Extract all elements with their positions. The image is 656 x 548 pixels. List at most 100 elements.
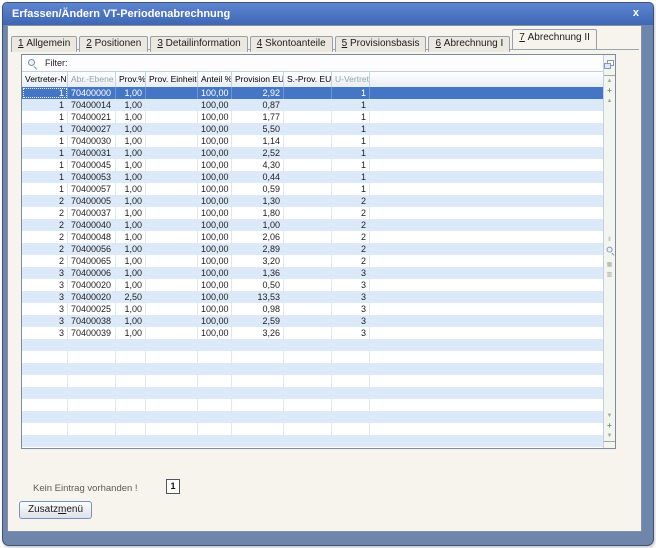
cell-filler	[370, 387, 604, 399]
cell: 1,00	[116, 159, 146, 171]
cell: 70400048	[68, 231, 116, 243]
cell	[284, 123, 332, 135]
table-row[interactable]: 2704000401,00100,001,002	[22, 219, 604, 231]
scroll-to-bottom-icon[interactable]: ▼	[604, 431, 615, 442]
cell	[232, 375, 284, 387]
close-button[interactable]: x	[633, 3, 639, 25]
cell	[146, 339, 198, 351]
zusatzmenu-button[interactable]: Zusatzmenü	[19, 501, 92, 519]
tab-abrechnung-i[interactable]: 6 Abrechnung I	[428, 36, 510, 52]
cell	[284, 231, 332, 243]
cell: 2	[332, 219, 370, 231]
cell	[68, 363, 116, 375]
cell	[198, 363, 232, 375]
cell: 1,00	[116, 171, 146, 183]
column-header[interactable]: Abr.-Ebene	[68, 72, 116, 87]
table-row[interactable]: 3704000381,00100,002,593	[22, 315, 604, 327]
column-header[interactable]: S.-Prov. EUR.	[284, 72, 332, 87]
grid-main: Filter: Vertreter-Nr.Abr.-EbeneProv.%Pro…	[22, 55, 604, 448]
column-header[interactable]: Prov. Einheiten	[146, 72, 198, 87]
cell: 70400025	[68, 303, 116, 315]
empty-row	[22, 411, 604, 423]
cell	[284, 339, 332, 351]
table-row[interactable]: 1704000141,00100,000,871	[22, 99, 604, 111]
cell: 2	[22, 231, 68, 243]
table-filter-icon[interactable]: ▥	[604, 270, 615, 280]
cell: 3	[332, 267, 370, 279]
table-row[interactable]: 3704000391,00100,003,263	[22, 327, 604, 339]
grid-scrollbar[interactable]: ▲ + ▲ ‖ ▦ ▥ ▼ + ▼	[603, 55, 615, 448]
cell-filler	[370, 363, 604, 375]
scroll-up-icon[interactable]: ▲	[604, 96, 615, 106]
add-row-icon[interactable]: +	[604, 86, 615, 96]
scroll-bottom-buttons: ▼ + ▼	[604, 411, 615, 444]
cell: 1,00	[116, 315, 146, 327]
cell: 1	[332, 159, 370, 171]
table-row[interactable]: 2704000051,00100,001,302	[22, 195, 604, 207]
table-row[interactable]: 3704000201,00100,000,503	[22, 279, 604, 291]
table-row[interactable]: 1704000451,00100,004,301	[22, 159, 604, 171]
table-row[interactable]: 1704000571,00100,000,591	[22, 183, 604, 195]
column-header[interactable]: Vertreter-Nr.	[22, 72, 68, 87]
cell: 1,80	[232, 207, 284, 219]
tab-detailinformation[interactable]: 3 Detailinformation	[150, 36, 247, 52]
cell	[146, 255, 198, 267]
table-row[interactable]: 1704000531,00100,000,441	[22, 171, 604, 183]
table-row[interactable]: 1704000301,00100,001,141	[22, 135, 604, 147]
table-row[interactable]: 2704000561,00100,002,892	[22, 243, 604, 255]
table-row[interactable]: 2704000651,00100,003,202	[22, 255, 604, 267]
table-row[interactable]: 1704000001,00100,002,921	[22, 87, 604, 99]
add-row-icon[interactable]: +	[604, 421, 615, 431]
table-row[interactable]: 3704000251,00100,000,983	[22, 303, 604, 315]
cell: 1	[22, 111, 68, 123]
cell	[146, 399, 198, 411]
search-icon[interactable]	[604, 245, 615, 260]
column-header[interactable]: Provision EUR.	[232, 72, 284, 87]
table-row[interactable]: 2704000371,00100,001,802	[22, 207, 604, 219]
table-row[interactable]: 1704000271,00100,005,501	[22, 123, 604, 135]
cell: 1,77	[232, 111, 284, 123]
cell: 1,00	[116, 243, 146, 255]
cell: 70400000	[68, 87, 116, 99]
scroll-down-icon[interactable]: ▼	[604, 411, 615, 421]
cell: 70400030	[68, 135, 116, 147]
tab-strip: 1 Allgemein2 Positionen3 Detailinformati…	[11, 29, 639, 50]
cell	[22, 435, 68, 447]
tab-skontoanteile[interactable]: 4 Skontoanteile	[250, 36, 333, 52]
table-row[interactable]: 3704000061,00100,001,363	[22, 267, 604, 279]
tab-abrechnung-ii[interactable]: 7 Abrechnung II	[512, 29, 597, 49]
table-row[interactable]: 1704000311,00100,002,521	[22, 147, 604, 159]
cell: 100,00	[198, 315, 232, 327]
table-row[interactable]: 3704000202,50100,0013,533	[22, 291, 604, 303]
cell-filler	[370, 411, 604, 423]
cell	[332, 435, 370, 447]
page: Erfassen/Ändern VT-Periodenabrechnung x …	[0, 0, 656, 548]
column-header[interactable]: Anteil %	[198, 72, 232, 87]
tab-allgemein[interactable]: 1 Allgemein	[11, 36, 77, 52]
cell	[284, 363, 332, 375]
cell: 1	[332, 99, 370, 111]
table-row[interactable]: 1704000211,00100,001,771	[22, 111, 604, 123]
scroll-to-top-icon[interactable]: ▲	[604, 75, 615, 86]
cell: 1	[332, 171, 370, 183]
filter-bar[interactable]: Filter:	[22, 55, 604, 72]
column-chooser-icon[interactable]	[604, 60, 614, 69]
cell	[284, 135, 332, 147]
tab-positionen[interactable]: 2 Positionen	[79, 36, 148, 52]
cell	[22, 351, 68, 363]
cell: 2	[332, 231, 370, 243]
cell	[68, 387, 116, 399]
column-header[interactable]: U-Vertreter	[332, 72, 370, 87]
tab-provisionsbasis[interactable]: 5 Provisionsbasis	[335, 36, 427, 52]
cell	[68, 411, 116, 423]
search-icon[interactable]	[27, 58, 37, 68]
cell: 100,00	[198, 171, 232, 183]
table-row[interactable]: 2704000481,00100,002,062	[22, 231, 604, 243]
column-header[interactable]: Prov.%	[116, 72, 146, 87]
cell	[232, 435, 284, 447]
cell	[284, 291, 332, 303]
cell	[146, 327, 198, 339]
table-icon[interactable]: ▦	[604, 260, 615, 270]
cell	[232, 399, 284, 411]
columns-icon[interactable]: ‖	[604, 235, 615, 245]
